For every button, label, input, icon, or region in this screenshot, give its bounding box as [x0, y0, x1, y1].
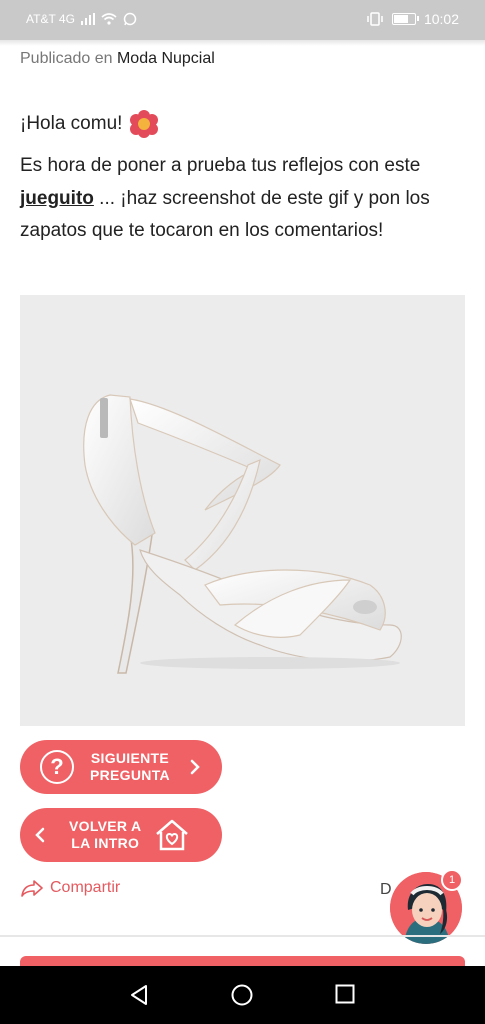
published-prefix: Publicado en — [20, 50, 113, 67]
category-link[interactable]: Moda Nupcial — [117, 50, 215, 67]
partially-hidden-label: D — [380, 881, 392, 898]
game-link[interactable]: jueguito — [20, 188, 94, 209]
share-label: Compartir — [50, 879, 121, 896]
greeting-text: ¡Hola comu! — [20, 113, 123, 134]
share-icon — [21, 880, 43, 897]
home-nav-icon[interactable] — [231, 984, 253, 1006]
notification-badge: 1 — [441, 869, 463, 891]
chevron-right-icon — [190, 759, 200, 775]
flower-emoji-icon — [130, 110, 159, 138]
shoe-image — [20, 295, 465, 726]
next-question-label: SIGUIENTE PREGUNTA — [90, 750, 170, 783]
next-question-button[interactable]: ? SIGUIENTE PREGUNTA — [20, 740, 222, 794]
share-button[interactable]: Compartir — [20, 879, 120, 897]
post-body: Es hora de poner a prueba tus reflejos c… — [20, 155, 430, 241]
system-navigation-bar — [0, 966, 485, 1024]
published-in: Publicado en Moda Nupcial — [20, 50, 215, 68]
status-bar: AT&T 4G 10:02 — [0, 0, 485, 40]
wifi-icon — [101, 13, 117, 25]
recents-nav-icon[interactable] — [335, 984, 355, 1004]
question-icon: ? — [40, 750, 74, 784]
vibrate-icon — [367, 12, 383, 26]
carrier-label: AT&T 4G — [26, 12, 75, 26]
greeting: ¡Hola comu! — [20, 110, 159, 138]
back-nav-icon[interactable] — [128, 984, 150, 1006]
bottom-action-button[interactable] — [20, 956, 465, 966]
clock: 10:02 — [423, 11, 459, 27]
whatsapp-icon — [123, 12, 137, 26]
chevron-left-icon — [35, 827, 45, 843]
home-heart-icon — [156, 819, 189, 851]
back-to-intro-label: VOLVER A LA INTRO — [69, 818, 142, 851]
divider — [0, 935, 485, 937]
battery-icon — [391, 13, 419, 25]
back-to-intro-button[interactable]: VOLVER A LA INTRO — [20, 808, 222, 862]
signal-icon — [80, 13, 95, 25]
